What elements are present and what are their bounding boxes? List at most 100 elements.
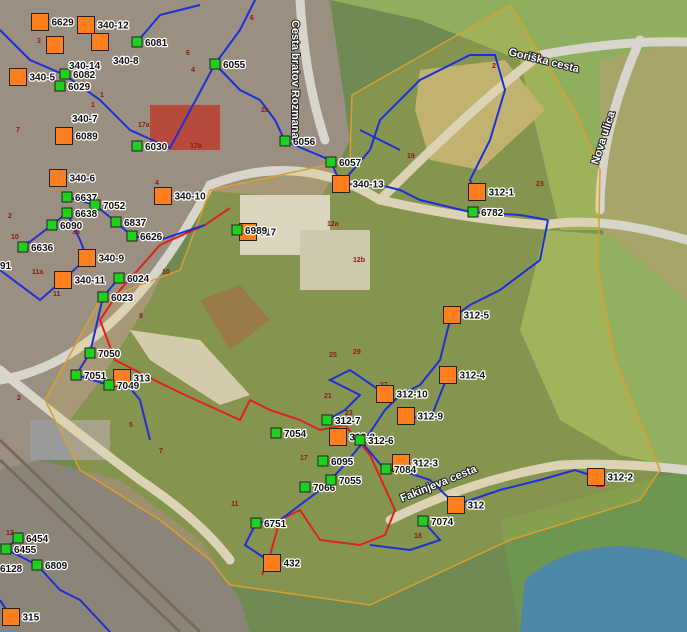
building-number: 7	[16, 127, 20, 134]
node-marker-6455[interactable]: 6455	[0, 543, 38, 557]
node-label: 6809	[45, 561, 68, 572]
orange-square	[55, 127, 73, 145]
green-square	[126, 230, 138, 242]
parcel-label: 312-5	[464, 311, 490, 322]
building-number: 2	[17, 395, 21, 402]
orange-square	[49, 169, 67, 187]
building-number: 12b	[353, 257, 365, 264]
node-marker-6782[interactable]: 6782	[467, 206, 505, 220]
green-square	[54, 80, 66, 92]
parcel-label: 312-4	[460, 371, 486, 382]
building-number: 5	[129, 422, 133, 429]
green-square	[46, 219, 58, 231]
node-marker-7049[interactable]: 7049	[103, 379, 141, 393]
green-square	[97, 291, 109, 303]
orange-square	[54, 271, 72, 289]
node-marker-312-6[interactable]: 312-6	[354, 434, 395, 448]
orange-square	[91, 33, 109, 51]
green-square	[380, 463, 392, 475]
green-square	[325, 474, 337, 486]
building-number: 12a	[327, 221, 339, 228]
building-number: 23	[536, 181, 544, 188]
node-label: 6454	[26, 534, 49, 545]
green-square	[0, 543, 12, 555]
node-label: 6057	[339, 158, 362, 169]
green-square	[325, 156, 337, 168]
node-label: 7074	[431, 517, 454, 528]
node-marker-6090[interactable]: 6090	[46, 219, 84, 233]
node-label: 6638	[75, 209, 98, 220]
parcel-label: 312	[468, 501, 485, 512]
orange-square	[46, 36, 64, 54]
green-square	[250, 517, 262, 529]
building-number: 1	[100, 92, 104, 99]
node-marker-7051[interactable]: 7051	[70, 369, 108, 383]
green-square	[317, 455, 329, 467]
green-square	[12, 532, 24, 544]
building-number: 17a	[138, 122, 150, 129]
node-marker-7055[interactable]: 7055	[325, 474, 363, 488]
node-label: 6090	[60, 221, 83, 232]
building-number: 25	[329, 352, 337, 359]
parcel-label: 340-5	[30, 73, 56, 84]
orange-square	[376, 385, 394, 403]
green-square	[231, 224, 243, 236]
node-marker-6454[interactable]: 6454	[12, 532, 50, 546]
node-label: 6055	[223, 60, 246, 71]
node-marker-6837[interactable]: 6837	[110, 216, 148, 230]
node-marker-7054[interactable]: 7054	[270, 427, 308, 441]
node-marker-6751[interactable]: 6751	[250, 517, 288, 531]
node-label: 6636	[31, 243, 54, 254]
orange-square	[587, 468, 605, 486]
parcel-label: 432	[284, 559, 301, 570]
building-number: 17	[300, 455, 308, 462]
building-number: 19	[407, 153, 415, 160]
node-marker-312-7[interactable]: 312-7	[321, 414, 362, 428]
node-marker-6081[interactable]: 6081	[131, 36, 169, 50]
parcel-marker-[interactable]	[91, 33, 109, 51]
node-marker-7050[interactable]: 7050	[84, 347, 122, 361]
node-label: 6455	[14, 545, 37, 556]
street-label-rozmana: Cesta bratov Rozmana	[289, 20, 301, 139]
node-marker-6030[interactable]: 6030	[131, 140, 169, 154]
parcel-label: 312-1	[489, 188, 515, 199]
node-marker-6023[interactable]: 6023	[97, 291, 135, 305]
node-label: 7049	[117, 381, 140, 392]
green-square	[110, 216, 122, 228]
parcel-label: 340-10	[175, 192, 207, 203]
node-marker-6029[interactable]: 6029	[54, 80, 92, 94]
green-square	[84, 347, 96, 359]
node-label: 312-7	[335, 416, 361, 427]
building-number: 4	[191, 67, 195, 74]
node-marker-6055[interactable]: 6055	[209, 58, 247, 72]
orange-square	[443, 306, 461, 324]
node-label: 7052	[103, 201, 126, 212]
node-label: 6782	[481, 208, 504, 219]
orange-square	[447, 496, 465, 514]
node-marker-6636[interactable]: 6636	[17, 241, 55, 255]
building-number: 11	[231, 501, 239, 508]
node-marker-6989[interactable]: 6989	[231, 224, 269, 238]
green-square	[61, 207, 73, 219]
orange-square	[263, 554, 281, 572]
node-marker-6057[interactable]: 6057	[325, 156, 363, 170]
node-marker-7084[interactable]: 7084	[380, 463, 418, 477]
parcel-label: 340-6	[70, 174, 96, 185]
parcel-label: 340-11	[75, 276, 106, 287]
parcel-label: 340-13	[353, 180, 385, 191]
green-square	[31, 559, 43, 571]
node-label: 6029	[68, 82, 91, 93]
node-label: 6626	[140, 232, 163, 243]
green-square	[209, 58, 221, 70]
building-number: 18	[414, 533, 422, 540]
building-number: 3	[37, 38, 41, 45]
node-label: 6095	[331, 457, 354, 468]
parcel-marker-[interactable]	[46, 36, 64, 54]
node-marker-6626[interactable]: 6626	[126, 230, 164, 244]
node-marker-6095[interactable]: 6095	[317, 455, 355, 469]
node-marker-6024[interactable]: 6024	[113, 272, 151, 286]
node-marker-7074[interactable]: 7074	[417, 515, 455, 529]
building-number: 2a	[261, 107, 269, 114]
node-marker-6638[interactable]: 6638	[61, 207, 99, 221]
building-number: 11a	[32, 269, 43, 276]
